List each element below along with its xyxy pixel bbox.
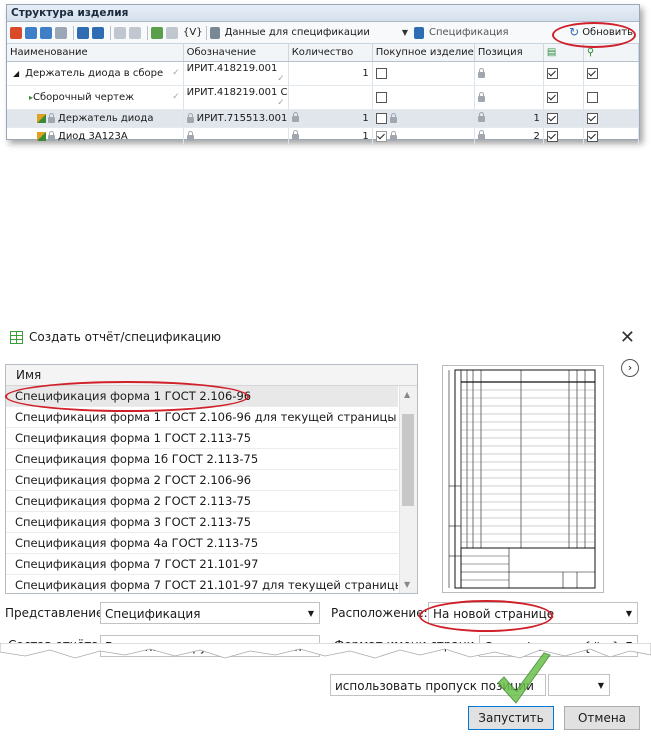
col-purchased[interactable]: Покупное изделие [372,44,475,62]
table-header: Наименование Обозначение Количество Поку… [7,44,640,62]
gap-value-select[interactable]: ▼ [548,674,610,696]
lock-icon [477,112,485,122]
annotation-ring [419,600,553,632]
link-icon[interactable] [114,26,126,39]
dialog-title: Создать отчёт/спецификацию [10,330,221,344]
lock-icon [186,112,194,123]
panel-title: Структура изделия [7,5,639,22]
close-icon[interactable]: ✕ [620,327,635,348]
spec-checkbox[interactable] [546,112,558,124]
numbering-icon[interactable] [151,26,163,39]
list-item[interactable]: Спецификация форма 4а ГОСТ 2.113-75 [6,533,398,554]
structure-table: Наименование Обозначение Количество Поку… [7,44,640,146]
datasource-combo[interactable]: Данные для спецификации [225,27,370,38]
chevron-down-icon[interactable]: ▼ [598,675,604,697]
chevron-right-icon[interactable]: › [621,359,639,377]
structure-checkbox[interactable] [586,112,598,124]
list-item[interactable]: Спецификация форма 7 ГОСТ 21.101-97 для … [6,575,398,593]
chevron-down-icon[interactable]: ▼ [626,603,632,625]
insert-above-icon[interactable] [25,26,37,39]
lock-icon [477,67,485,78]
location-label: Расположение: [331,606,428,620]
lock-icon [291,130,299,140]
spec-checkbox[interactable] [546,130,558,142]
lock-icon [389,130,397,141]
structure-checkbox[interactable] [586,130,598,142]
structure-icon: ⚲ [586,47,595,58]
lock-icon [477,91,485,102]
chevron-down-icon[interactable]: ▼ [308,603,314,625]
lock-icon [389,112,397,123]
col-quantity[interactable]: Количество [288,44,373,62]
spec-icon [414,26,424,39]
table-row[interactable]: ▸Сборочный чертеж ✓ ИРИТ.418219.001 СБ ✓ [7,85,640,110]
lock-icon [291,112,299,122]
annotation-ring [552,22,636,48]
table-icon [10,330,23,344]
list-item[interactable]: Спецификация форма 7 ГОСТ 21.101-97 [6,554,398,575]
datasource-icon [209,26,220,39]
representation-label: Представление [5,606,104,620]
scroll-thumb[interactable] [402,414,414,506]
list-item[interactable]: Спецификация форма 2 ГОСТ 2.106-96 [6,470,398,491]
annotation-ring [5,381,249,412]
lock-icon [48,112,55,123]
chevron-down-icon[interactable]: ▼ [402,28,408,37]
purchased-checkbox[interactable] [375,130,387,142]
purchased-checkbox[interactable] [375,91,387,103]
add-item-icon[interactable] [10,26,22,39]
structure-checkbox[interactable] [586,67,598,79]
spec-form-thumbnail [448,369,596,589]
lock-icon [477,130,485,140]
refresh-button[interactable]: ↻ Обновить [552,22,636,48]
table-row[interactable]: Диод 3А123А 1 2 [7,127,640,146]
component-icon [37,131,46,141]
insert-below-icon[interactable] [40,26,52,39]
spec-checkbox[interactable] [546,67,558,79]
checkmark-icon [497,652,551,704]
col-name[interactable]: Наименование [7,44,184,62]
lock-icon [48,130,55,141]
lock-icon [186,130,194,141]
spec-table-icon: ▤ [546,47,557,58]
structure-toolbar: {V} Данные для спецификации ▼ Спецификац… [7,22,639,48]
formula-icon[interactable]: {V} [183,27,203,38]
product-structure-panel: Структура изделия {V} Данные для специфи… [6,4,640,146]
list-item[interactable]: Спецификация форма 3 ГОСТ 2.113-75 [6,512,398,533]
table-row[interactable]: ◢ Держатель диода в сборе ✓ ИРИТ.418219.00… [7,61,640,86]
list-scrollbar[interactable]: ▲ ▼ [399,386,417,593]
list-item[interactable]: Спецификация форма 1 ГОСТ 2.106-96 для т… [6,407,398,428]
create-report-dialog: Создать отчёт/спецификацию ✕ Имя Специфи… [0,323,651,738]
run-button[interactable]: Запустить [468,706,554,730]
sort-icon[interactable] [166,26,178,39]
delete-icon[interactable] [55,26,67,39]
move-down-icon[interactable] [92,26,104,39]
unlink-icon[interactable] [129,26,141,39]
move-up-icon[interactable] [77,26,89,39]
list-item[interactable]: Спецификация форма 1 ГОСТ 2.113-75 [6,428,398,449]
purchased-checkbox[interactable] [375,67,387,79]
component-icon [37,113,46,123]
table-row[interactable]: Держатель диода ИРИТ.715513.001 1 1 [7,109,640,128]
expand-icon[interactable]: ◢ [13,69,19,78]
chevron-down-icon[interactable]: ▼ [404,580,410,589]
list-item[interactable]: Спецификация форма 2 ГОСТ 2.113-75 [6,491,398,512]
list-item[interactable]: Спецификация форма 1б ГОСТ 2.113-75 [6,449,398,470]
spec-button[interactable]: Спецификация [429,27,509,38]
form-preview [442,365,604,593]
col-designation[interactable]: Обозначение [183,44,289,62]
structure-checkbox[interactable] [586,91,598,103]
chevron-up-icon[interactable]: ▲ [404,390,410,399]
purchased-checkbox[interactable] [375,112,387,124]
spec-checkbox[interactable] [546,91,558,103]
cancel-button[interactable]: Отмена [564,706,640,730]
representation-select[interactable]: Спецификация ▼ [100,602,320,624]
col-position[interactable]: Позиция [474,44,544,62]
